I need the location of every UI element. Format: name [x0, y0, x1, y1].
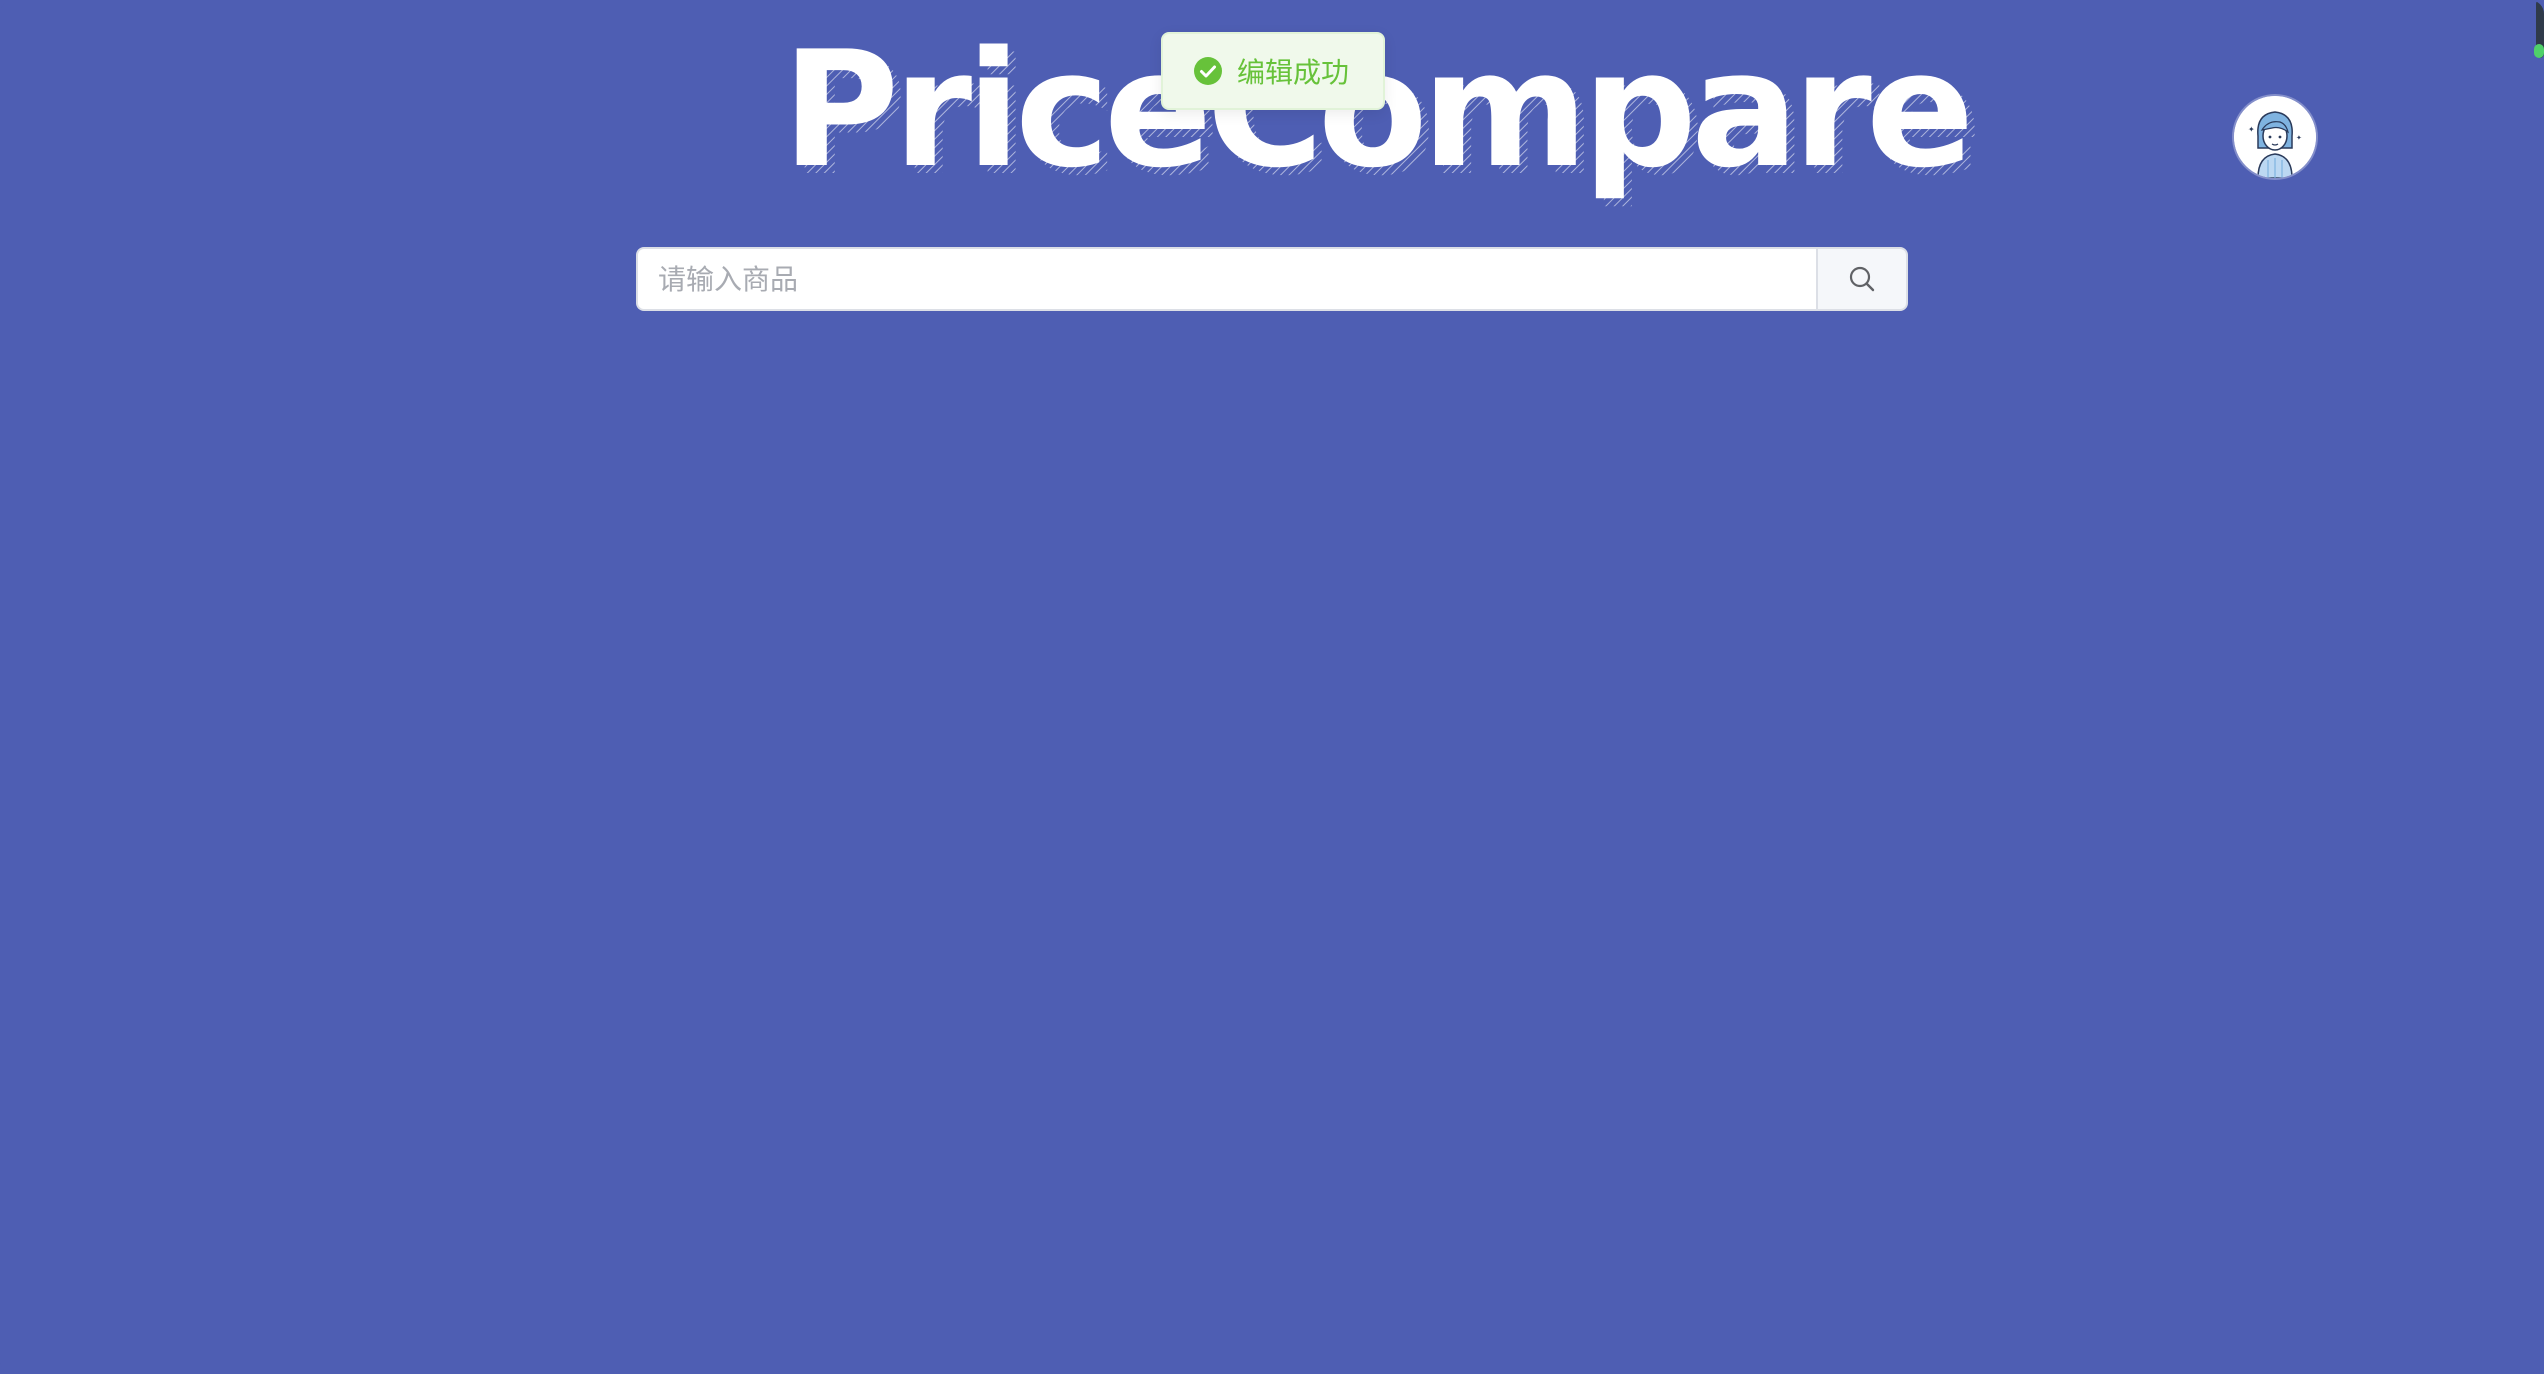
user-avatar[interactable]: ✦ ✦	[2234, 96, 2316, 178]
page: PriceCompare PriceCompare ✦ ✦	[0, 0, 2544, 1374]
user-avatar-icon: ✦ ✦	[2234, 96, 2316, 178]
search-input[interactable]	[636, 247, 1816, 311]
search-button[interactable]	[1816, 247, 1908, 311]
success-toast: 编辑成功	[1161, 32, 1385, 110]
search-bar	[636, 247, 1908, 311]
svg-text:✦: ✦	[2296, 134, 2302, 142]
scroll-indicator	[2534, 44, 2544, 58]
search-icon	[1849, 266, 1875, 292]
svg-text:✦: ✦	[2248, 125, 2255, 134]
check-circle-icon	[1194, 57, 1222, 85]
toast-message: 编辑成功	[1237, 56, 1350, 89]
